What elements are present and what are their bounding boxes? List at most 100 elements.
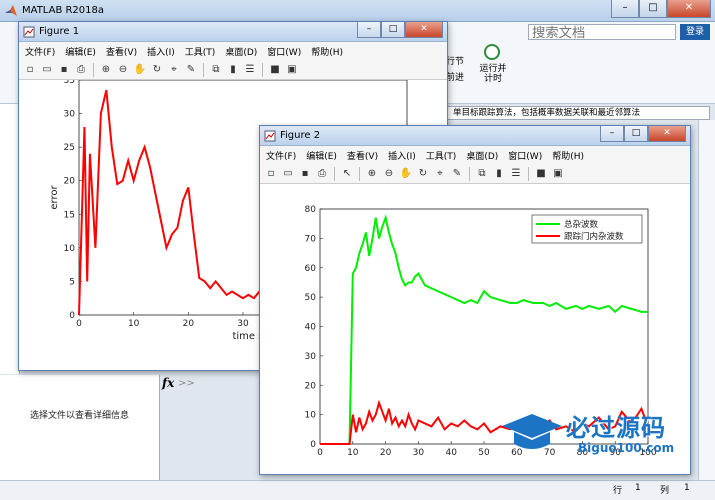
rotate-icon[interactable]: ↻ [416, 167, 430, 181]
zoom-in-icon[interactable]: ⊕ [365, 167, 379, 181]
menu-item-1[interactable]: 编辑(E) [306, 149, 337, 162]
y-tick-label: 35 [64, 80, 75, 86]
hide-tools-icon[interactable]: ■ [534, 167, 548, 181]
menu-item-1[interactable]: 编辑(E) [65, 45, 96, 58]
menu-item-0[interactable]: 文件(F) [266, 149, 296, 162]
link-plot-icon[interactable]: ⧉ [475, 167, 489, 181]
menu-item-3[interactable]: 插入(I) [388, 149, 416, 162]
menu-item-4[interactable]: 工具(T) [185, 45, 216, 58]
run-and-time-button[interactable]: 运行并 计时 [476, 64, 510, 84]
login-button[interactable]: 登录 [680, 24, 710, 40]
y-tick-label: 0 [310, 440, 316, 450]
status-bar [0, 480, 715, 500]
menu-item-6[interactable]: 窗口(W) [508, 149, 542, 162]
figure-icon [264, 130, 276, 142]
toolbar-separator [334, 166, 335, 181]
figure-1-menubar: 文件(F) 编辑(E) 查看(V) 插入(I) 工具(T) 桌面(D) 窗口(W) 帮助(H) [19, 42, 447, 60]
menu-item-0[interactable]: 文件(F) [25, 45, 55, 58]
data-cursor-icon[interactable]: ⌖ [167, 63, 181, 77]
menu-item-3[interactable]: 插入(I) [147, 45, 175, 58]
menu-item-5[interactable]: 桌面(D) [225, 45, 257, 58]
menu-item-2[interactable]: 查看(V) [106, 45, 137, 58]
data-cursor-icon[interactable]: ⌖ [433, 167, 447, 181]
print-icon[interactable]: ⎙ [74, 63, 88, 77]
search-docs-input[interactable] [528, 24, 676, 40]
y-tick-label: 5 [69, 277, 75, 287]
colorbar-icon[interactable]: ▮ [492, 167, 506, 181]
x-tick-label: 10 [347, 448, 359, 458]
x-tick-label: 0 [317, 448, 323, 458]
current-folder-address[interactable]: 单目标跟踪算法，包括概率数据关联和最近邻算法 [440, 106, 710, 120]
close-button[interactable]: ✕ [405, 22, 443, 38]
menu-item-7[interactable]: 帮助(H) [311, 45, 343, 58]
rotate-icon[interactable]: ↻ [150, 63, 164, 77]
maximize-button[interactable]: □ [381, 22, 405, 38]
zoom-out-icon[interactable]: ⊖ [382, 167, 396, 181]
print-icon[interactable]: ⎙ [315, 167, 329, 181]
show-tools-icon[interactable]: ▣ [551, 167, 565, 181]
window-controls: – □ ✕ [611, 0, 711, 18]
status-row-label: 行 [613, 486, 623, 496]
advance-label[interactable]: 前进 [446, 70, 464, 83]
legend-icon[interactable]: ☰ [509, 167, 523, 181]
minimize-button[interactable]: – [611, 0, 639, 18]
maximize-button[interactable]: □ [624, 126, 648, 142]
function-browser-icon[interactable]: fx [162, 376, 174, 390]
y-tick-label: 20 [305, 381, 317, 391]
colorbar-icon[interactable]: ▮ [226, 63, 240, 77]
command-prompt[interactable]: >> [178, 378, 195, 389]
legend-icon[interactable]: ☰ [243, 63, 257, 77]
run-section-label[interactable]: 行节 [446, 54, 464, 67]
hide-tools-icon[interactable]: ■ [268, 63, 282, 77]
zoom-out-icon[interactable]: ⊖ [116, 63, 130, 77]
pan-icon[interactable]: ✋ [133, 63, 147, 77]
x-tick-label: 20 [183, 319, 195, 329]
x-tick-label: 10 [128, 319, 140, 329]
menu-item-5[interactable]: 桌面(D) [466, 149, 498, 162]
matlab-titlebar: MATLAB R2018a – □ ✕ [0, 0, 715, 22]
watermark-text: 必过源码 [566, 414, 666, 442]
menu-item-6[interactable]: 窗口(W) [267, 45, 301, 58]
graduation-cap-icon [502, 414, 562, 449]
y-tick-label: 0 [69, 311, 75, 321]
matlab-logo-icon [5, 5, 17, 16]
save-icon[interactable]: ▪ [57, 63, 71, 77]
brush-icon[interactable]: ✎ [450, 167, 464, 181]
new-figure-icon[interactable]: ▫ [264, 167, 278, 181]
menu-item-4[interactable]: 工具(T) [426, 149, 457, 162]
brush-icon[interactable]: ✎ [184, 63, 198, 77]
menu-item-7[interactable]: 帮助(H) [552, 149, 584, 162]
app-title: MATLAB R2018a [22, 5, 105, 16]
link-plot-icon[interactable]: ⧉ [209, 63, 223, 77]
toolbar-separator [93, 62, 94, 77]
new-figure-icon[interactable]: ▫ [23, 63, 37, 77]
x-tick-label: 30 [237, 319, 249, 329]
menu-item-2[interactable]: 查看(V) [347, 149, 378, 162]
y-tick-label: 30 [64, 110, 76, 120]
figure-1-titlebar[interactable]: Figure 1 – □ ✕ [19, 22, 447, 42]
figure-1-toolbar: ▫ ▭ ▪ ⎙ ⊕ ⊖ ✋ ↻ ⌖ ✎ ⧉ ▮ ☰ ■ ▣ [19, 60, 447, 80]
y-tick-label: 15 [64, 210, 75, 220]
y-tick-label: 10 [305, 411, 317, 421]
figure-2-titlebar[interactable]: Figure 2 – □ ✕ [260, 126, 690, 146]
close-button[interactable]: ✕ [667, 0, 711, 18]
toolbar-separator [203, 62, 204, 77]
minimize-button[interactable]: – [600, 126, 624, 142]
run-and-time-icon[interactable] [484, 44, 500, 60]
figure-1-title: Figure 1 [39, 26, 80, 37]
open-icon[interactable]: ▭ [281, 167, 295, 181]
figure-2-menubar: 文件(F) 编辑(E) 查看(V) 插入(I) 工具(T) 桌面(D) 窗口(W) 帮助(H) [260, 146, 690, 164]
close-button[interactable]: ✕ [648, 126, 686, 142]
zoom-in-icon[interactable]: ⊕ [99, 63, 113, 77]
toolbar-separator [469, 166, 470, 181]
figure-icon [23, 26, 35, 38]
legend-label-0: 总杂波数 [564, 219, 599, 230]
maximize-button[interactable]: □ [639, 0, 667, 18]
show-tools-icon[interactable]: ▣ [285, 63, 299, 77]
save-icon[interactable]: ▪ [298, 167, 312, 181]
pan-icon[interactable]: ✋ [399, 167, 413, 181]
minimize-button[interactable]: – [357, 22, 381, 38]
edit-plot-icon[interactable]: ↖ [340, 167, 354, 181]
y-tick-label: 30 [305, 352, 317, 362]
open-icon[interactable]: ▭ [40, 63, 54, 77]
